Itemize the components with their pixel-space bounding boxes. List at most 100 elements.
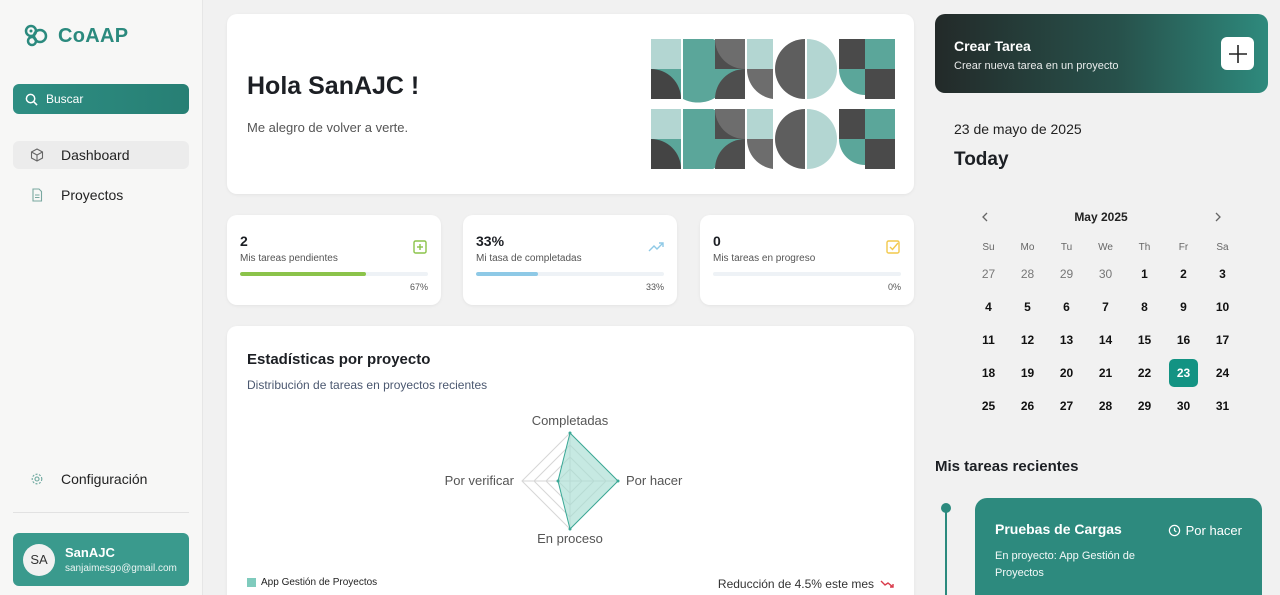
calendar-day-number: 4: [985, 299, 992, 314]
calendar-day[interactable]: 29: [1047, 257, 1086, 290]
radar-axis-label: Completadas: [532, 413, 609, 428]
calendar-day-number: 2: [1180, 266, 1187, 281]
calendar-day[interactable]: 13: [1047, 323, 1086, 356]
calendar-day-number: 3: [1219, 266, 1226, 281]
section-title: Estadísticas por proyecto: [247, 351, 431, 368]
create-task-button[interactable]: [1221, 37, 1254, 70]
task-project: En proyecto: App Gestión de Proyectos: [995, 550, 1136, 579]
progress-bar: [713, 272, 901, 276]
stat-card-completion-rate[interactable]: 33% Mi tasa de completadas 33%: [463, 215, 677, 305]
calendar-day-number: 22: [1137, 365, 1152, 380]
calendar-day[interactable]: 4: [969, 290, 1008, 323]
calendar-day[interactable]: 27: [969, 257, 1008, 290]
calendar-day[interactable]: 9: [1164, 290, 1203, 323]
search-button[interactable]: Buscar: [13, 84, 189, 114]
welcome-card: Hola SanAJC ! Me alegro de volver a vert…: [227, 14, 914, 194]
calendar-day[interactable]: 15: [1125, 323, 1164, 356]
calendar-day[interactable]: 28: [1086, 389, 1125, 422]
calendar-day[interactable]: 6: [1047, 290, 1086, 323]
calendar-day-number: 18: [981, 365, 996, 380]
calendar-day[interactable]: 1: [1125, 257, 1164, 290]
legend-label: App Gestión de Proyectos: [261, 577, 378, 588]
sidebar-item-configuracion[interactable]: Configuración: [13, 465, 189, 493]
search-icon: [25, 93, 38, 106]
calendar-weekday: Su: [982, 241, 995, 253]
calendar-day[interactable]: 12: [1008, 323, 1047, 356]
stat-percent: 67%: [409, 282, 428, 292]
section-subtitle: Distribución de tareas en proyectos reci…: [247, 378, 488, 392]
create-task-card[interactable]: Crear Tarea Crear nueva tarea en un proy…: [935, 14, 1268, 93]
calendar-day[interactable]: 17: [1203, 323, 1242, 356]
calendar-day-number: 31: [1215, 398, 1230, 413]
calendar-day[interactable]: 22: [1125, 356, 1164, 389]
calendar-day[interactable]: 5: [1008, 290, 1047, 323]
chevron-right-icon: [1215, 212, 1221, 222]
stat-card-pending[interactable]: 2 Mis tareas pendientes 67%: [227, 215, 441, 305]
calendar-day-number: 7: [1102, 299, 1109, 314]
calendar-day[interactable]: 29: [1125, 389, 1164, 422]
calendar-day-number: 30: [1098, 266, 1113, 281]
calendar-day-number: 6: [1063, 299, 1070, 314]
radar-axis-label: Por hacer: [626, 473, 683, 488]
calendar-day[interactable]: 21: [1086, 356, 1125, 389]
calendar-day[interactable]: 30: [1086, 257, 1125, 290]
calendar-day-selected[interactable]: 23: [1164, 356, 1203, 389]
recent-tasks-title: Mis tareas recientes: [935, 458, 1079, 475]
calendar-day[interactable]: 8: [1125, 290, 1164, 323]
progress-fill: [476, 272, 539, 276]
calendar-day[interactable]: 25: [969, 389, 1008, 422]
user-profile-card[interactable]: SA SanAJC sanjaimesgo@gmail.com: [13, 533, 189, 586]
current-date: 23 de mayo de 2025: [954, 121, 1082, 137]
calendar-day[interactable]: 30: [1164, 389, 1203, 422]
calendar-day[interactable]: 31: [1203, 389, 1242, 422]
calendar-day[interactable]: 11: [969, 323, 1008, 356]
stat-label: Mis tareas pendientes: [240, 253, 338, 264]
create-task-subtitle: Crear nueva tarea en un proyecto: [954, 60, 1119, 72]
gear-icon: [31, 473, 43, 485]
calendar-day-number: 17: [1215, 332, 1230, 347]
app-name: CoAAP: [58, 24, 129, 47]
cube-icon: [30, 148, 44, 162]
chart-legend: App Gestión de Proyectos: [247, 577, 377, 588]
task-status-label: Por hacer: [1185, 523, 1242, 538]
app-logo[interactable]: CoAAP: [22, 22, 128, 50]
trending-up-icon: [648, 242, 664, 252]
calendar-day[interactable]: 7: [1086, 290, 1125, 323]
calendar-day[interactable]: 2: [1164, 257, 1203, 290]
stat-label: Mis tareas en progreso: [713, 253, 816, 264]
calendar-day[interactable]: 19: [1008, 356, 1047, 389]
stat-percent: 33%: [645, 282, 664, 292]
calendar-day-number: 21: [1098, 365, 1113, 380]
calendar-grid: Su Mo Tu We Th Fr Sa 27 28 29 30 1 2 3 4 5 6 7 8 9 10 11 12 13 1…: [969, 237, 1242, 422]
radar-point: [556, 479, 560, 483]
calendar-day-number: 27: [981, 266, 996, 281]
recent-task-card[interactable]: Pruebas de Cargas Por hacer En proyecto:…: [975, 498, 1262, 595]
calendar-day[interactable]: 20: [1047, 356, 1086, 389]
calendar-day-number: 13: [1059, 332, 1074, 347]
calendar-day[interactable]: 10: [1203, 290, 1242, 323]
geometric-illustration: [651, 39, 895, 169]
calendar-day[interactable]: 3: [1203, 257, 1242, 290]
calendar-day[interactable]: 27: [1047, 389, 1086, 422]
calendar-day[interactable]: 26: [1008, 389, 1047, 422]
calendar-prev-button[interactable]: [975, 207, 995, 227]
stat-card-in-progress[interactable]: 0 Mis tareas en progreso 0%: [700, 215, 914, 305]
calendar-day[interactable]: 18: [969, 356, 1008, 389]
project-stats-card: Estadísticas por proyecto Distribución d…: [227, 326, 914, 595]
calendar-day[interactable]: 16: [1164, 323, 1203, 356]
calendar-next-button[interactable]: [1208, 207, 1228, 227]
calendar-day[interactable]: 28: [1008, 257, 1047, 290]
timeline-line: [945, 505, 947, 595]
sidebar-item-dashboard[interactable]: Dashboard: [13, 141, 189, 169]
sidebar-item-proyectos[interactable]: Proyectos: [13, 181, 189, 209]
calendar-day-number: 28: [1020, 266, 1035, 281]
calendar-weekday: Tu: [1060, 241, 1073, 253]
calendar-day[interactable]: 14: [1086, 323, 1125, 356]
calendar-day-number: 10: [1215, 299, 1230, 314]
progress-bar: [476, 272, 664, 276]
sidebar-divider: [13, 512, 189, 513]
calendar-day-number: 30: [1176, 398, 1191, 413]
calendar-day[interactable]: 24: [1203, 356, 1242, 389]
plus-icon: [1228, 44, 1247, 63]
clock-icon: [1168, 524, 1180, 537]
